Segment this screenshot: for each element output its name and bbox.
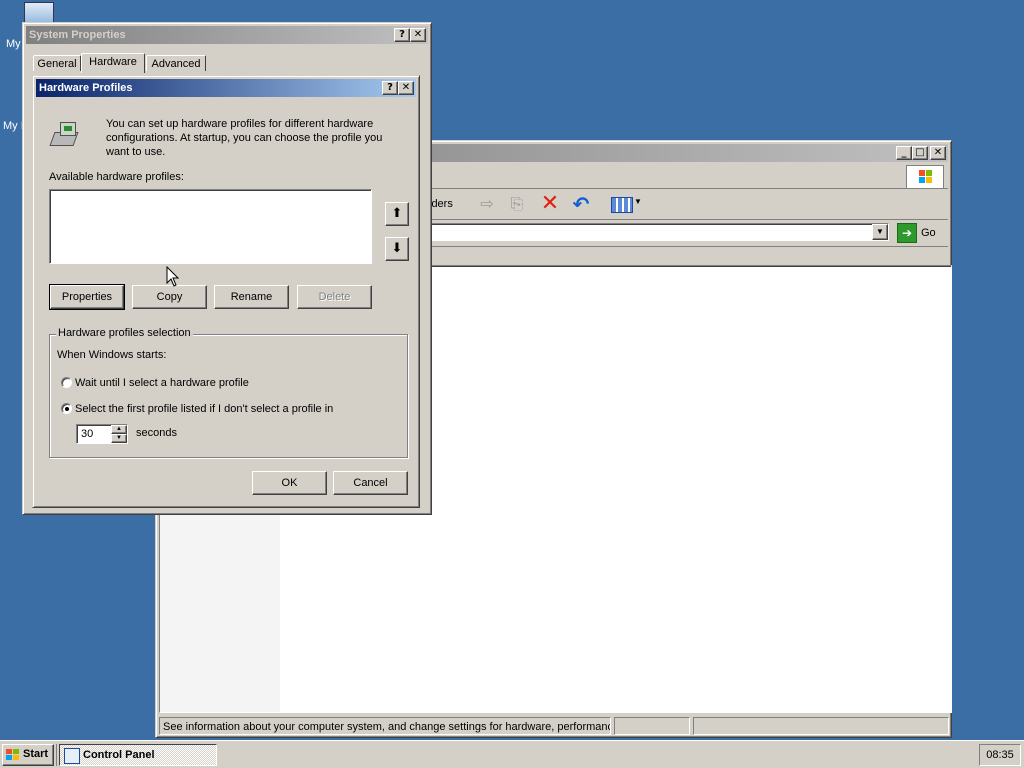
taskbar-item-label: Control Panel [83,749,155,761]
windows-start-icon [6,749,20,761]
ok-button[interactable]: OK [252,471,327,495]
go-arrow-icon[interactable]: ➔ [897,223,917,243]
folders-button-label[interactable]: lders [429,198,453,210]
control-panel-icon [64,748,80,764]
radio-select-first[interactable] [61,403,72,414]
taskbar: Start Control Panel 08:35 [0,740,1024,768]
taskbar-item-control-panel[interactable]: Control Panel [59,744,217,766]
clock[interactable]: 08:35 [986,749,1014,761]
spin-up-button[interactable]: ▲ [111,425,127,434]
computer-profile-icon [49,120,80,150]
move-down-button[interactable]: ⬇ [385,237,409,261]
intro-text: You can set up hardware profiles for dif… [106,118,383,158]
close-button[interactable]: ✕ [930,146,946,160]
start-label: Start [23,748,49,760]
tab-advanced[interactable]: Advanced [146,55,206,71]
hardware-profiles-dialog: Hardware Profiles ? ✕ You can set up har… [32,75,420,508]
start-button[interactable]: Start [2,744,54,766]
move-to-icon[interactable]: ⇨ [475,192,499,216]
system-properties-titlebar: System Properties ? ✕ [26,26,428,44]
undo-icon[interactable]: ↶ [569,192,593,216]
rename-button[interactable]: Rename [214,285,289,309]
radio-select-first-label[interactable]: Select the first profile listed if I don… [75,403,333,415]
close-button[interactable]: ✕ [410,28,426,42]
arrow-up-icon: ⬆ [391,206,403,221]
desktop-icon-label: My I [3,120,24,132]
profiles-listbox[interactable] [49,189,372,264]
minimize-button[interactable]: _ [896,146,912,160]
move-up-button[interactable]: ⬆ [385,202,409,226]
dialog-title: Hardware Profiles [39,82,133,94]
windows-logo-icon [906,165,944,189]
views-icon[interactable] [609,192,633,216]
when-windows-starts-label: When Windows starts: [57,349,167,361]
copy-button[interactable]: Copy [132,285,207,309]
spin-down-button[interactable]: ▼ [111,434,127,443]
seconds-label: seconds [136,427,177,439]
delete-x-icon[interactable]: ✕ [538,192,562,216]
available-profiles-label: Available hardware profiles: [49,171,184,183]
go-button-label[interactable]: Go [921,227,936,239]
cancel-button[interactable]: Cancel [333,471,408,495]
mouse-cursor-icon [166,266,180,287]
group-label: Hardware profiles selection [56,327,193,339]
desktop-icon-label: My [6,38,21,50]
properties-button[interactable]: Properties [49,284,125,310]
delete-button[interactable]: Delete [297,285,372,309]
status-text: See information about your computer syst… [159,717,611,735]
hardware-profiles-titlebar: Hardware Profiles ? ✕ [36,79,416,97]
seconds-value: 30 [81,428,94,440]
tab-general[interactable]: General [33,55,81,71]
copy-to-icon[interactable]: ⎘ [505,192,529,216]
tab-strip: General Hardware Advanced [33,53,423,73]
status-bar: See information about your computer syst… [159,717,949,735]
radio-wait[interactable] [61,377,72,388]
profiles-selection-group: Hardware profiles selection When Windows… [49,327,408,458]
window-title: System Properties [29,29,126,41]
status-pane-3 [693,717,949,735]
arrow-down-icon: ⬇ [391,241,403,256]
address-dropdown-button[interactable]: ▼ [872,224,888,240]
radio-wait-label[interactable]: Wait until I select a hardware profile [75,377,249,389]
maximize-button[interactable]: □ [912,146,928,160]
close-button[interactable]: ✕ [398,81,414,95]
views-dropdown-arrow-icon[interactable]: ▼ [634,197,642,206]
tab-hardware[interactable]: Hardware [81,53,145,73]
system-tray: 08:35 [979,744,1021,766]
help-button[interactable]: ? [382,81,398,95]
help-button[interactable]: ? [394,28,410,42]
status-pane-2 [614,717,690,735]
seconds-input[interactable]: 30 ▲ ▼ [76,424,128,444]
